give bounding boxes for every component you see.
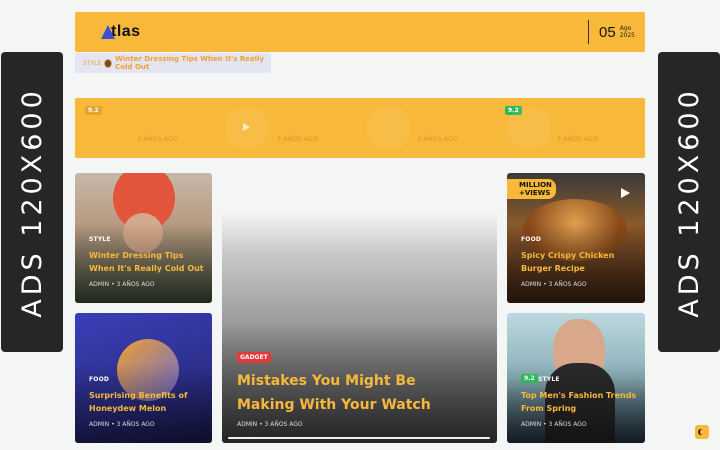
play-icon[interactable] — [243, 123, 250, 131]
ticker-title[interactable]: Winter Dressing Tips When It's Really Co… — [115, 55, 271, 71]
date-year: 2025 — [619, 32, 635, 39]
post-carousel-strip: 9.2 9.2 3 AÑOS AGO 3 AÑOS AGO 3 AÑOS AGO… — [75, 98, 645, 158]
play-icon[interactable] — [621, 188, 630, 198]
ad-label: ADS 120X600 — [16, 86, 48, 318]
ticker-avatar — [104, 58, 113, 68]
card-category[interactable]: FOOD — [89, 376, 109, 383]
header-date: 05 Ago 2025 — [588, 20, 635, 44]
site-logo[interactable]: tlas — [101, 23, 161, 43]
date-month-year: Ago 2025 — [620, 25, 635, 39]
card-category[interactable]: STYLE — [89, 236, 111, 243]
card-meta: ADMIN • 3 AÑOS AGO — [521, 281, 587, 288]
logo-text: tlas — [111, 23, 141, 40]
carousel-thumb[interactable] — [367, 106, 411, 150]
featured-title[interactable]: Mistakes You Might Be Making With Your W… — [237, 369, 477, 417]
featured-category-badge[interactable]: GADGET — [237, 352, 271, 363]
post-card-fashion[interactable]: 9.2 STYLE Top Men's Fashion Trends From … — [507, 313, 645, 443]
slider-progress-bar — [228, 437, 490, 439]
views-line-2: +VIEWS — [519, 189, 551, 197]
card-category[interactable]: STYLE — [538, 376, 560, 383]
featured-meta: ADMIN • 3 AÑOS AGO — [237, 421, 303, 428]
card-title[interactable]: Top Men's Fashion Trends From Spring — [521, 389, 639, 415]
carousel-thumb[interactable] — [507, 106, 551, 150]
carousel-time: 3 AÑOS AGO — [417, 136, 459, 143]
dark-mode-toggle[interactable] — [695, 425, 709, 439]
views-line-1: MILLION — [519, 181, 552, 189]
date-day: 05 — [599, 23, 616, 41]
card-title[interactable]: Winter Dressing Tips When It's Really Co… — [89, 249, 204, 275]
card-meta: ADMIN • 3 AÑOS AGO — [89, 281, 155, 288]
site-header: tlas 05 Ago 2025 — [75, 12, 645, 52]
post-card-honeydew[interactable]: FOOD Surprising Benefits of Honeydew Mel… — [75, 313, 212, 443]
post-card-burger[interactable]: 4 MILLION +VIEWS FOOD Spicy Crispy Chick… — [507, 173, 645, 303]
moon-icon — [700, 429, 706, 435]
score-badge: 9.2 — [85, 106, 102, 115]
ad-label: ADS 120X600 — [673, 86, 705, 318]
card-meta: ADMIN • 3 AÑOS AGO — [521, 421, 587, 428]
post-card-winter[interactable]: STYLE Winter Dressing Tips When It's Rea… — [75, 173, 212, 303]
right-ad-banner[interactable]: ADS 120X600 — [658, 52, 720, 352]
carousel-time: 3 AÑOS AGO — [277, 136, 319, 143]
ticker-category: STYLE — [83, 59, 102, 67]
card-meta: ADMIN • 3 AÑOS AGO — [89, 421, 155, 428]
date-month: Ago — [619, 25, 632, 32]
carousel-time: 3 AÑOS AGO — [557, 136, 599, 143]
carousel-time: 3 AÑOS AGO — [137, 136, 179, 143]
card-category[interactable]: FOOD — [521, 236, 541, 243]
featured-post-card[interactable]: GADGET Mistakes You Might Be Making With… — [222, 173, 497, 443]
score-badge: 9.2 — [521, 374, 538, 383]
million-views-badge: MILLION +VIEWS — [507, 179, 556, 199]
news-ticker[interactable]: STYLE Winter Dressing Tips When It's Rea… — [75, 53, 271, 73]
left-ad-banner[interactable]: ADS 120X600 — [1, 52, 63, 352]
card-title[interactable]: Spicy Crispy Chicken Burger Recipe — [521, 249, 639, 275]
card-title[interactable]: Surprising Benefits of Honeydew Melon — [89, 389, 204, 415]
